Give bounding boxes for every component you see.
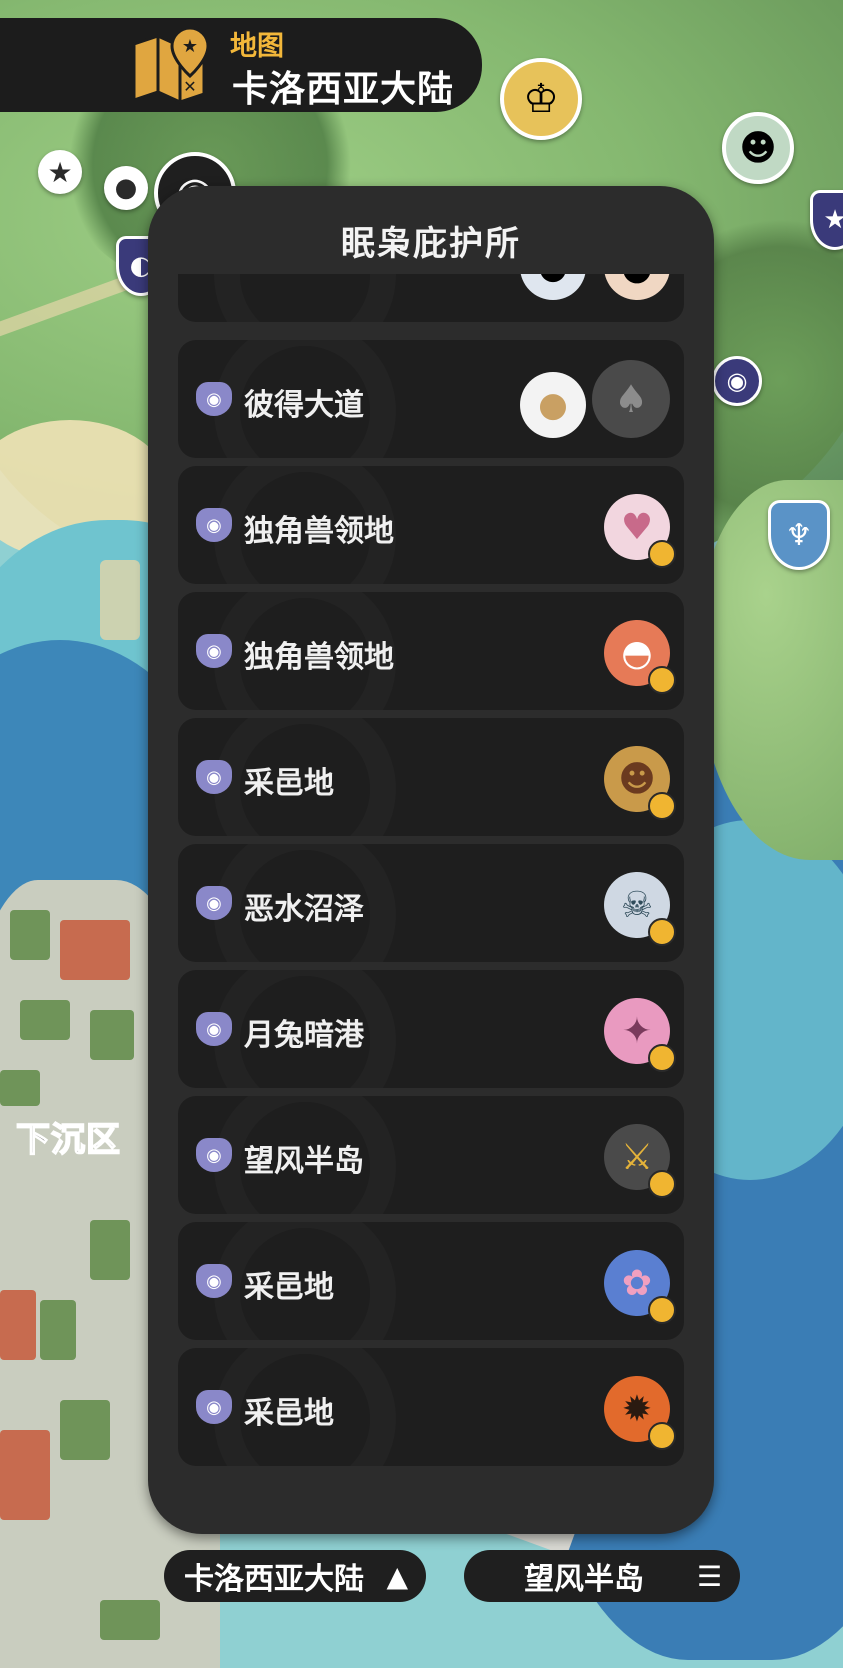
svg-text:★: ★ xyxy=(182,36,198,57)
region-selector-label: 卡洛西亚大陆 xyxy=(184,1562,364,1597)
map-building xyxy=(10,910,50,960)
bell-icon xyxy=(648,1044,676,1072)
list-item[interactable]: ◉ 采邑地 ☻ xyxy=(178,718,684,836)
list-item[interactable]: ◉ 独角兽领地 ♥ xyxy=(178,466,684,584)
bell-icon xyxy=(648,540,676,568)
bell-icon xyxy=(648,792,676,820)
location-name: 采邑地 xyxy=(244,1396,334,1431)
map-building xyxy=(90,1010,134,1060)
list-item[interactable]: ● ● xyxy=(178,274,684,322)
map-building xyxy=(20,1000,70,1040)
owl-shrine-icon: ◉ xyxy=(196,886,232,920)
map-building xyxy=(100,1600,160,1640)
area-selector-label: 望风半岛 xyxy=(524,1562,644,1597)
panel-title: 眠枭庇护所 xyxy=(341,224,521,264)
owl-shrine-icon: ◉ xyxy=(196,508,232,542)
owl-sanctuary-panel: 眠枭庇护所 ● ● ◉ 彼得大道 ● ♠ ◉ 独角兽领地 ♥ ◉ 独角兽领地 ◓… xyxy=(148,186,714,1534)
portal-marker-icon[interactable]: ♆ xyxy=(768,500,830,570)
sanctuary-list[interactable]: ● ● ◉ 彼得大道 ● ♠ ◉ 独角兽领地 ♥ ◉ 独角兽领地 ◓ ◉ 采邑地… xyxy=(178,274,684,1498)
owl-shrine-icon: ◉ xyxy=(196,760,232,794)
bell-icon xyxy=(648,1296,676,1324)
location-name: 独角兽领地 xyxy=(244,514,394,549)
list-menu-icon: ☰ xyxy=(696,1560,722,1593)
list-item[interactable]: ◉ 采邑地 ✿ xyxy=(178,1222,684,1340)
location-name: 采邑地 xyxy=(244,766,334,801)
map-building xyxy=(0,1430,50,1520)
list-item[interactable]: ◉ 望风半岛 ⚔ xyxy=(178,1096,684,1214)
map-building xyxy=(60,1400,110,1460)
golden-boss-marker-icon[interactable]: ♔ xyxy=(500,58,582,140)
location-name: 独角兽领地 xyxy=(244,640,394,675)
bell-icon xyxy=(648,1422,676,1450)
location-name: 恶水沼泽 xyxy=(244,892,364,927)
owl-shrine-icon: ◉ xyxy=(196,382,232,416)
bell-icon xyxy=(648,918,676,946)
pet-icon: ● xyxy=(520,274,586,300)
list-item[interactable]: ◉ 恶水沼泽 ☠ xyxy=(178,844,684,962)
owl-shrine-marker-icon[interactable]: ◉ xyxy=(712,356,762,406)
map-path xyxy=(100,560,140,640)
list-item[interactable]: ◉ 月兔暗港 ✦ xyxy=(178,970,684,1088)
bell-icon xyxy=(648,666,676,694)
pink-boss-marker-icon[interactable]: ☻ xyxy=(722,112,794,184)
pet-icon: ● xyxy=(604,274,670,300)
region-label: 下沉区 xyxy=(15,1119,121,1161)
map-building xyxy=(0,1290,36,1360)
list-item[interactable]: ◉ 彼得大道 ● ♠ xyxy=(178,340,684,458)
star-marker-icon[interactable]: ★ xyxy=(38,150,82,194)
location-name: 彼得大道 xyxy=(244,388,364,423)
svg-text:✕: ✕ xyxy=(183,77,196,96)
map-subtitle: 地图 xyxy=(230,31,284,62)
location-name: 望风半岛 xyxy=(244,1144,364,1179)
owl-shrine-icon: ◉ xyxy=(196,634,232,668)
map-building xyxy=(0,1070,40,1106)
list-item[interactable]: ◉ 独角兽领地 ◓ xyxy=(178,592,684,710)
fruit-marker-icon[interactable]: ● xyxy=(104,166,148,210)
owl-shrine-icon: ◉ xyxy=(196,1264,232,1298)
owl-shrine-icon: ◉ xyxy=(196,1012,232,1046)
bell-icon xyxy=(648,1170,676,1198)
map-building xyxy=(60,920,130,980)
map-icon: ★ ✕ xyxy=(132,26,210,104)
region-selector-button[interactable]: 卡洛西亚大陆 ▲ xyxy=(164,1550,426,1602)
pudding-pet-icon: ● xyxy=(520,372,586,438)
list-item[interactable]: ◉ 采邑地 ✹ xyxy=(178,1348,684,1466)
acorn-icon[interactable]: ♠ xyxy=(592,360,670,438)
map-building xyxy=(40,1300,76,1360)
triangle-up-icon: ▲ xyxy=(386,1560,408,1593)
area-selector-button[interactable]: 望风半岛 ☰ xyxy=(464,1550,740,1602)
location-name: 月兔暗港 xyxy=(244,1018,364,1053)
location-name: 采邑地 xyxy=(244,1270,334,1305)
owl-shrine-icon: ◉ xyxy=(196,1138,232,1172)
owl-shrine-icon: ◉ xyxy=(196,1390,232,1424)
map-title: 卡洛西亚大陆 xyxy=(232,69,455,110)
map-building xyxy=(90,1220,130,1280)
